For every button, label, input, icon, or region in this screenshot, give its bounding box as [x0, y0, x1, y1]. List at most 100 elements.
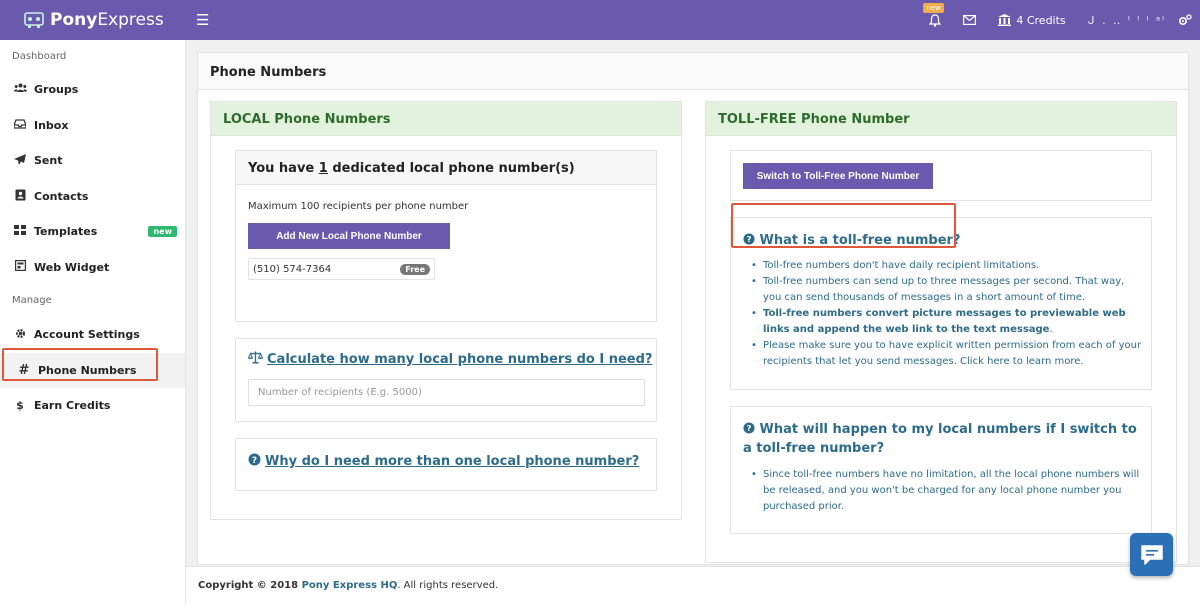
- max-recipients-text: Maximum 100 recipients per phone number: [248, 201, 469, 212]
- sidebar-item-label: Inbox: [34, 118, 69, 132]
- svg-text:?: ?: [252, 456, 257, 466]
- free-badge: Free: [400, 263, 430, 275]
- q2-text: What will happen to my local numbers if …: [743, 422, 1137, 456]
- local-numbers-panel: LOCAL Phone Numbers You have 1 dedicated…: [210, 101, 682, 520]
- list-item: Please make sure you to have explicit wr…: [731, 338, 1143, 370]
- hamburger-menu-icon[interactable]: ☰: [196, 11, 209, 29]
- widget-icon: [14, 260, 26, 274]
- envelope-icon: [963, 15, 977, 25]
- title-suffix: dedicated local phone number(s): [327, 161, 575, 176]
- sidebar: Dashboard Groups Inbox Sent Contacts Tem…: [0, 40, 186, 605]
- sidebar-item-earn-credits[interactable]: $ Earn Credits: [0, 388, 185, 424]
- phone-number-entry[interactable]: (510) 574-7364 Free: [248, 258, 435, 280]
- list-item: Toll-free numbers can send up to three m…: [731, 274, 1143, 306]
- question-circle-icon: ?: [248, 453, 261, 470]
- dedicated-numbers-title: You have 1 dedicated local phone number(…: [236, 151, 656, 185]
- page-title: Phone Numbers: [198, 53, 1188, 90]
- dedicated-numbers-card: You have 1 dedicated local phone number(…: [235, 150, 657, 322]
- top-bar: Pony Express ☰ new 4 Credits ᒍ . ‥ ˡ ˡ ˡ …: [0, 0, 1200, 40]
- sidebar-item-label: Contacts: [34, 189, 89, 203]
- switch-to-toll-free-button[interactable]: Switch to Toll-Free Phone Number: [743, 163, 933, 189]
- switch-card: Switch to Toll-Free Phone Number: [730, 150, 1152, 201]
- gears-icon: [1178, 13, 1192, 25]
- calculate-card: Calculate how many local phone numbers d…: [235, 338, 657, 422]
- why-link[interactable]: ? Why do I need more than one local phon…: [248, 453, 639, 470]
- sidebar-item-label: Sent: [34, 154, 63, 168]
- add-local-number-button[interactable]: Add New Local Phone Number: [248, 223, 450, 249]
- sidebar-item-phone-numbers[interactable]: # Phone Numbers: [0, 352, 185, 388]
- credits-button[interactable]: 4 Credits: [998, 13, 1066, 27]
- notification-new-badge: new: [923, 2, 944, 13]
- copyright-text: Copyright © 2018: [198, 580, 302, 591]
- sidebar-item-label: Phone Numbers: [38, 363, 137, 377]
- balance-scale-icon: [247, 351, 264, 368]
- sidebar-item-templates[interactable]: Templates new: [0, 214, 185, 250]
- sidebar-section-dashboard: Dashboard: [12, 51, 67, 62]
- sidebar-item-web-widget[interactable]: Web Widget: [0, 250, 185, 286]
- user-name: ᒍ . ‥ ˡ ˡ ˡ ᵃˡ: [1087, 13, 1166, 27]
- list-item: Toll-free numbers convert picture messag…: [731, 306, 1143, 338]
- bold-suffix: .: [1049, 324, 1053, 335]
- why-link-text: Why do I need more than one local phone …: [265, 454, 640, 469]
- sidebar-section-manage: Manage: [12, 295, 52, 306]
- sidebar-item-label: Web Widget: [34, 260, 110, 274]
- learn-more-link[interactable]: here: [987, 356, 1010, 367]
- svg-text:?: ?: [747, 423, 752, 433]
- templates-new-badge: new: [148, 226, 177, 238]
- paper-plane-icon: [14, 153, 26, 168]
- q1-text: What is a toll-free number?: [759, 233, 961, 248]
- sidebar-item-groups[interactable]: Groups: [0, 72, 185, 108]
- toll-free-panel: TOLL-FREE Phone Number Switch to Toll-Fr…: [705, 101, 1177, 563]
- chat-button[interactable]: [1130, 533, 1173, 576]
- what-happens-heading: ? What will happen to my local numbers i…: [743, 420, 1138, 458]
- credits-count: 4 Credits: [1016, 13, 1066, 27]
- toll-free-panel-header: TOLL-FREE Phone Number: [706, 102, 1176, 136]
- sidebar-item-label: Earn Credits: [34, 399, 111, 413]
- chat-bubble-icon: [1140, 544, 1163, 565]
- footer: Copyright © 2018 Pony Express HQ. All ri…: [186, 566, 1200, 605]
- bell-icon: [929, 13, 942, 27]
- switch-consequence-list: Since toll-free numbers have no limitati…: [731, 467, 1143, 515]
- sidebar-item-inbox[interactable]: Inbox: [0, 108, 185, 144]
- question-circle-icon: ?: [743, 422, 755, 434]
- grid-icon: [14, 225, 26, 238]
- hash-icon: #: [18, 362, 30, 378]
- bold-benefit-text: Toll-free numbers convert picture messag…: [763, 308, 1126, 335]
- sidebar-item-contacts[interactable]: Contacts: [0, 179, 185, 215]
- brand-name-bold: Pony: [50, 10, 98, 30]
- users-icon: [14, 83, 27, 96]
- brand-name-light: Express: [97, 10, 164, 30]
- sidebar-item-sent[interactable]: Sent: [0, 143, 185, 179]
- svg-text:?: ?: [747, 234, 752, 244]
- company-link[interactable]: Pony Express HQ: [302, 580, 398, 591]
- notifications-button[interactable]: new: [923, 2, 944, 27]
- permission-text: Please make sure you to have explicit wr…: [763, 340, 1142, 367]
- inbox-icon: [13, 119, 27, 132]
- local-panel-header: LOCAL Phone Numbers: [211, 102, 681, 136]
- user-menu[interactable]: ᒍ . ‥ ˡ ˡ ˡ ᵃˡ: [1088, 14, 1192, 27]
- phone-number: (510) 574-7364: [253, 263, 332, 275]
- what-is-toll-free-heading: ? What is a toll-free number?: [743, 231, 960, 250]
- sidebar-item-label: Groups: [34, 83, 79, 97]
- sidebar-item-account-settings[interactable]: Account Settings: [0, 317, 185, 353]
- sidebar-item-label: Account Settings: [34, 328, 140, 342]
- messages-button[interactable]: [963, 15, 977, 25]
- what-happens-card: ? What will happen to my local numbers i…: [730, 406, 1152, 534]
- why-card: ? Why do I need more than one local phon…: [235, 438, 657, 491]
- list-item: Toll-free numbers don't have daily recip…: [731, 258, 1143, 274]
- title-prefix: You have: [248, 161, 319, 176]
- recipients-input[interactable]: Number of recipients (E.g. 5000): [248, 379, 645, 406]
- dollar-icon: $: [16, 399, 24, 413]
- calculate-link[interactable]: Calculate how many local phone numbers d…: [247, 351, 652, 368]
- toll-free-benefits-list: Toll-free numbers don't have daily recip…: [731, 258, 1143, 370]
- address-book-icon: [14, 189, 26, 204]
- main-content: Phone Numbers LOCAL Phone Numbers You ha…: [197, 52, 1189, 565]
- pony-logo-icon: [24, 12, 44, 28]
- brand-logo[interactable]: Pony Express: [0, 10, 186, 30]
- dedicated-count: 1: [318, 161, 328, 176]
- question-circle-icon: ?: [743, 233, 755, 245]
- recipients-placeholder: Number of recipients (E.g. 5000): [258, 387, 422, 398]
- list-item: Since toll-free numbers have no limitati…: [731, 467, 1143, 515]
- sidebar-item-label: Templates: [34, 225, 98, 239]
- gear-icon: [14, 328, 26, 342]
